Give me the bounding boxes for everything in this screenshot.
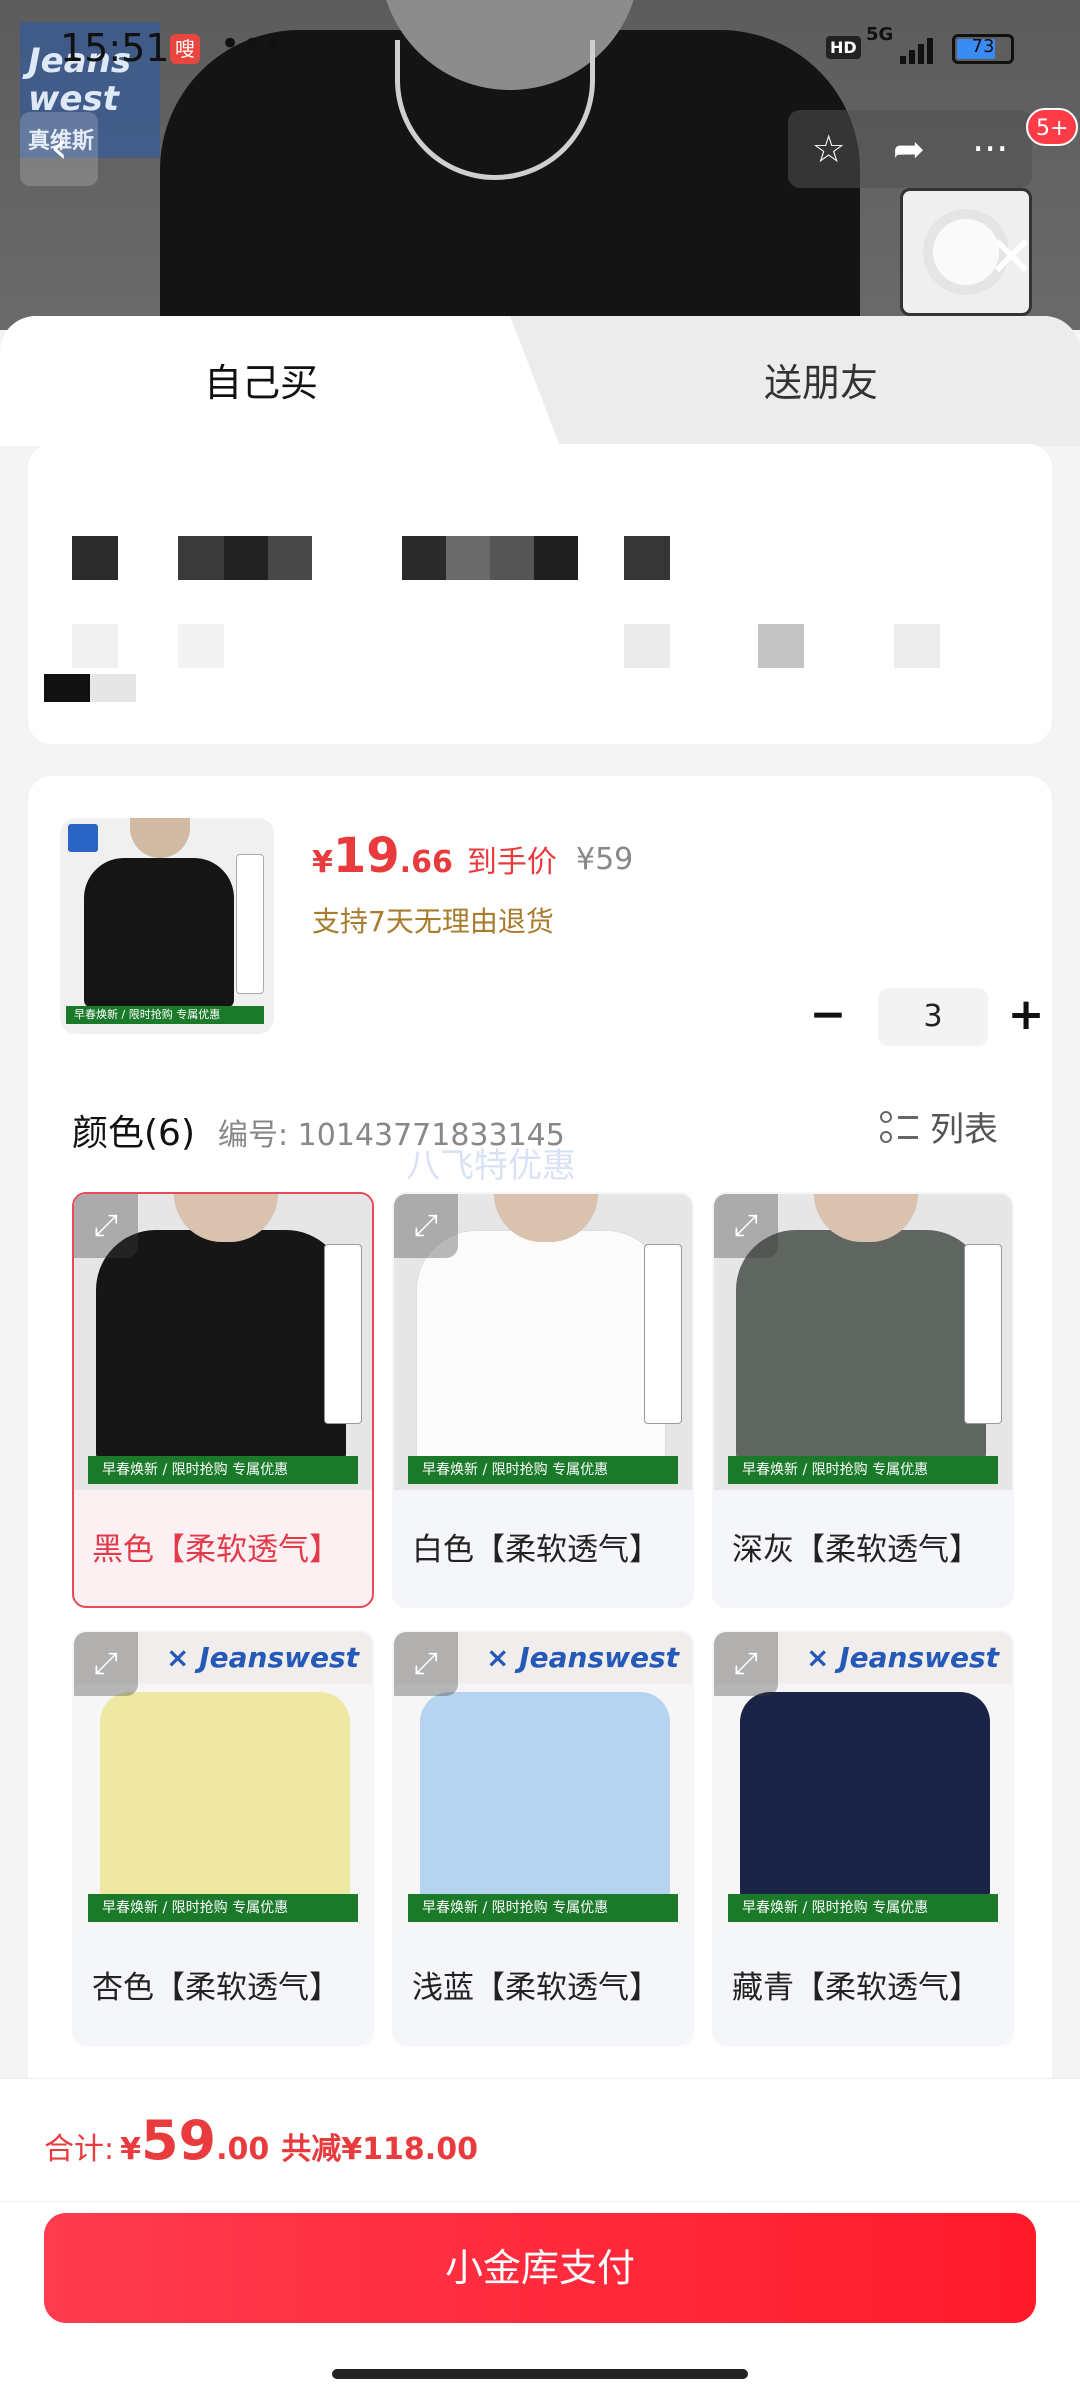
variant-image: × Jeanswest ⤢ 早春焕新 / 限时抢购 专属优惠 (714, 1632, 1012, 1928)
variant-label: 深灰【柔软透气】 (732, 1532, 980, 1568)
hd-icon: HD (826, 36, 861, 59)
back-arrow-icon: ‹ (50, 122, 68, 173)
variant-image: ⤢ 早春焕新 / 限时抢购 专属优惠 (714, 1194, 1012, 1490)
thumb-promo-strip: 早春焕新 / 限时抢购 专属优惠 (66, 1006, 264, 1024)
favorite-star-icon[interactable]: ☆ (812, 127, 846, 171)
back-button[interactable]: ‹ (20, 112, 98, 186)
variant-label: 藏青【柔软透气】 (732, 1970, 980, 2006)
checkout-footer: 合计: ¥59.00 共减¥118.00 小金库支付 (0, 2078, 1080, 2400)
pay-button[interactable]: 小金库支付 (44, 2213, 1036, 2323)
app-notification-icon: 嗖 (170, 34, 200, 64)
expand-image-icon[interactable]: ⤢ (74, 1632, 138, 1696)
variant-shirt (100, 1692, 350, 1902)
feature-badge-column (644, 1244, 682, 1424)
discount-amount: 共减¥118.00 (281, 2132, 478, 2167)
network-type: 5G (866, 24, 894, 45)
variant-image: ⤢ 早春焕新 / 限时抢购 专属优惠 (394, 1194, 692, 1490)
product-thumbnail[interactable]: 早春焕新 / 限时抢购 专属优惠 (60, 818, 274, 1034)
expand-image-icon[interactable]: ⤢ (714, 1194, 778, 1258)
purchase-tabs: 自己买 送朋友 (0, 316, 1080, 446)
battery-level: 73 (971, 36, 995, 57)
color-variant-tile[interactable]: ⤢ 早春焕新 / 限时抢购 专属优惠黑色【柔软透气】 (72, 1192, 374, 1608)
variant-label: 浅蓝【柔软透气】 (412, 1970, 660, 2006)
variant-shirt (96, 1230, 346, 1460)
expand-image-icon[interactable]: ⤢ (394, 1632, 458, 1696)
variant-image: ⤢ 早春焕新 / 限时抢购 专属优惠 (74, 1194, 372, 1490)
notification-badge: 5+ (1026, 108, 1079, 146)
status-bar: 15:51 嗖 ••• HD 5G 73 (0, 0, 1080, 96)
variant-shirt (416, 1230, 666, 1460)
more-menu-icon[interactable]: ··· (972, 127, 1008, 171)
signal-icon (900, 34, 940, 64)
feature-badge-column (964, 1244, 1002, 1424)
original-price: ¥59 (576, 842, 634, 877)
address-card-redacted[interactable] (28, 444, 1052, 744)
battery-icon: 73 (952, 34, 1014, 64)
variant-promo-strip: 早春焕新 / 限时抢购 专属优惠 (408, 1894, 678, 1922)
increase-quantity-button[interactable]: + (996, 988, 1056, 1046)
feature-badge-column (324, 1244, 362, 1424)
variant-shirt (420, 1692, 670, 1902)
list-icon (880, 1107, 920, 1147)
variant-label: 黑色【柔软透气】 (92, 1532, 340, 1568)
final-price: ¥19.66 到手价 (312, 828, 557, 884)
quantity-input[interactable]: 3 (878, 988, 988, 1046)
variant-shirt (736, 1230, 986, 1460)
quantity-stepper: − 3 + (798, 988, 1058, 1046)
variant-promo-strip: 早春焕新 / 限时抢购 专属优惠 (728, 1456, 998, 1484)
expand-image-icon[interactable]: ⤢ (394, 1194, 458, 1258)
variant-image: × Jeanswest ⤢ 早春焕新 / 限时抢购 专属优惠 (394, 1632, 692, 1928)
home-indicator[interactable] (332, 2369, 748, 2379)
total-label: 合计: (44, 2132, 115, 2167)
variant-label: 白色【柔软透气】 (412, 1532, 660, 1568)
footer-divider (0, 2201, 1080, 2202)
close-icon[interactable]: ✕ (988, 230, 1035, 286)
variant-promo-strip: 早春焕新 / 限时抢购 专属优惠 (728, 1894, 998, 1922)
expand-image-icon[interactable]: ⤢ (714, 1632, 778, 1696)
variant-label: 杏色【柔软透气】 (92, 1970, 340, 2006)
order-total: 合计: ¥59.00 共减¥118.00 (44, 2109, 478, 2172)
top-action-bar: ☆ ➦ ··· (788, 110, 1032, 188)
tab-send-friend[interactable]: 送朋友 (764, 352, 878, 407)
expand-image-icon[interactable]: ⤢ (74, 1194, 138, 1258)
variant-promo-strip: 早春焕新 / 限时抢购 专属优惠 (408, 1456, 678, 1484)
tab-self-buy[interactable]: 自己买 (204, 352, 318, 407)
more-status-icon: ••• (220, 24, 287, 64)
return-policy: 支持7天无理由退货 (312, 905, 554, 938)
color-variant-tile[interactable]: × Jeanswest ⤢ 早春焕新 / 限时抢购 专属优惠 杏色【柔软透气】 (72, 1630, 374, 2046)
price-tag-label: 到手价 (466, 845, 557, 880)
variant-promo-strip: 早春焕新 / 限时抢购 专属优惠 (88, 1456, 358, 1484)
decrease-quantity-button[interactable]: − (798, 988, 858, 1046)
color-variant-tile[interactable]: ⤢ 早春焕新 / 限时抢购 专属优惠深灰【柔软透气】 (712, 1192, 1014, 1608)
total-amount: 59 (140, 2109, 217, 2172)
overlay-watermark: 八飞特优惠 (406, 1146, 576, 1186)
variant-shirt (740, 1692, 990, 1902)
variant-promo-strip: 早春焕新 / 限时抢购 专属优惠 (88, 1894, 358, 1922)
color-section-title: 颜色(6) (72, 1113, 195, 1154)
list-view-label: 列表 (930, 1110, 998, 1150)
list-view-toggle[interactable]: 列表 (880, 1102, 998, 1151)
color-variant-tile[interactable]: × Jeanswest ⤢ 早春焕新 / 限时抢购 专属优惠 藏青【柔软透气】 (712, 1630, 1014, 2046)
status-time: 15:51 (60, 26, 170, 70)
brand-logo-icon (68, 824, 98, 852)
color-variant-tile[interactable]: ⤢ 早春焕新 / 限时抢购 专属优惠白色【柔软透气】 (392, 1192, 694, 1608)
variant-image: × Jeanswest ⤢ 早春焕新 / 限时抢购 专属优惠 (74, 1632, 372, 1928)
share-icon[interactable]: ➦ (893, 127, 925, 171)
color-variant-tile[interactable]: × Jeanswest ⤢ 早春焕新 / 限时抢购 专属优惠 浅蓝【柔软透气】 (392, 1630, 694, 2046)
